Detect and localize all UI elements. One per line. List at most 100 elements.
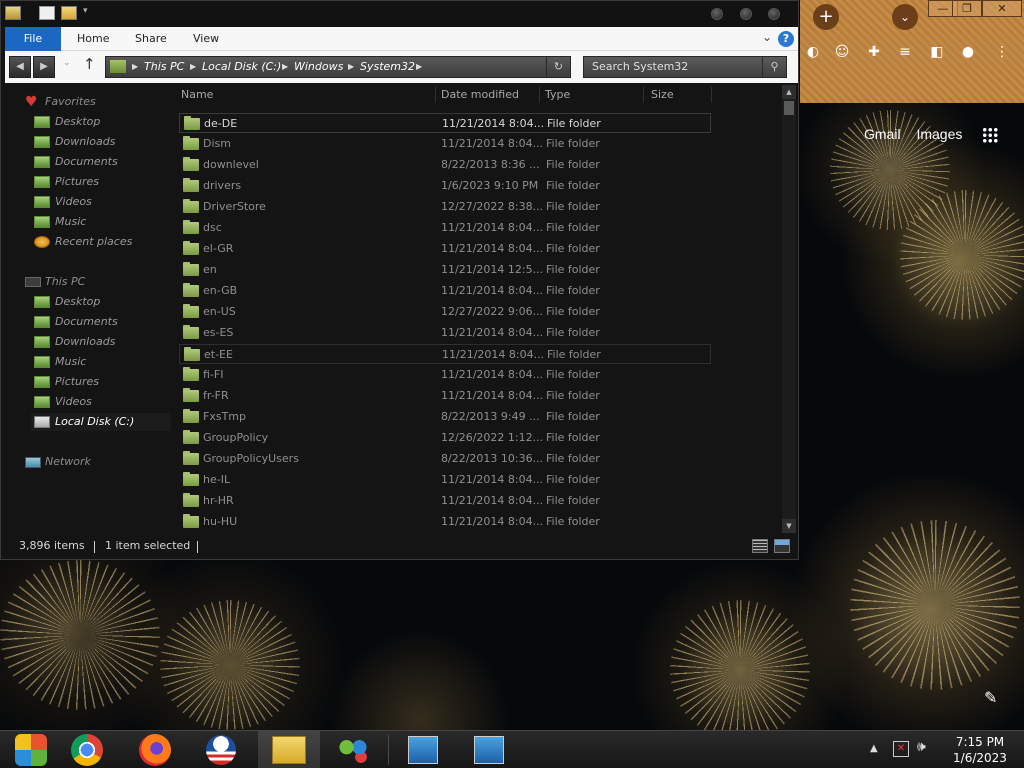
nav-item-pc-videos[interactable]: Videos	[31, 393, 92, 411]
table-row[interactable]: en 11/21/2014 12:5... File folder	[179, 260, 711, 280]
apps-grid-icon[interactable]	[982, 127, 998, 143]
properties-icon[interactable]	[39, 6, 55, 20]
network-error-icon[interactable]: ✕	[893, 741, 909, 757]
nav-item-downloads[interactable]: Downloads	[31, 133, 115, 151]
nav-network[interactable]: Network	[21, 453, 91, 471]
table-row[interactable]: GroupPolicy 12/26/2022 1:12... File folder	[179, 428, 711, 448]
nav-item-desktop[interactable]: Desktop	[31, 113, 100, 131]
scroll-up-icon[interactable]: ▲	[782, 85, 796, 99]
nav-item-pc-pictures[interactable]: Pictures	[31, 373, 99, 391]
table-row[interactable]: GroupPolicyUsers 8/22/2013 10:36... File f…	[179, 449, 711, 469]
minimize-button[interactable]	[711, 8, 723, 20]
customize-qat-icon[interactable]: ▾	[83, 6, 88, 16]
nav-item-documents[interactable]: Documents	[31, 153, 118, 171]
address-bar[interactable]: ▶ This PC ▶ Local Disk (C:) ▶ Windows ▶ …	[105, 56, 571, 78]
nav-item-pc-downloads[interactable]: Downloads	[31, 333, 115, 351]
forward-button[interactable]: ▶	[33, 56, 55, 78]
breadcrumb-separator[interactable]: ▶	[416, 57, 422, 77]
tab-share[interactable]: Share	[123, 27, 179, 51]
table-row[interactable]: en-US 12/27/2022 9:06... File folder	[179, 302, 711, 322]
nav-item-pictures[interactable]: Pictures	[31, 173, 99, 191]
large-icons-view-icon[interactable]	[774, 539, 790, 553]
table-row[interactable]: fr-FR 11/21/2014 8:04... File folder	[179, 386, 711, 406]
breadcrumb-separator[interactable]: ▶	[190, 57, 196, 77]
menu-icon[interactable]: ⋮	[992, 42, 1012, 62]
table-row[interactable]: hr-HR 11/21/2014 8:04... File folder	[179, 491, 711, 511]
table-row[interactable]: downlevel 8/22/2013 8:36 ... File folder	[179, 155, 711, 175]
table-row[interactable]: FxsTmp 8/22/2013 9:49 ... File folder	[179, 407, 711, 427]
table-row[interactable]: hu-HU 11/21/2014 8:04... File folder	[179, 512, 711, 532]
table-row[interactable]: en-GB 11/21/2014 8:04... File folder	[179, 281, 711, 301]
tab-search-icon[interactable]: ⌄	[892, 4, 918, 30]
nav-item-music[interactable]: Music	[31, 213, 86, 231]
table-row[interactable]: drivers 1/6/2023 9:10 PM File folder	[179, 176, 711, 196]
puzzle-icon[interactable]: ✚	[864, 42, 884, 62]
close-button[interactable]	[768, 8, 780, 20]
breadcrumb-this-pc[interactable]: This PC	[144, 57, 184, 77]
close-icon[interactable]: ✕	[982, 0, 1022, 17]
nav-item-pc-music[interactable]: Music	[31, 353, 86, 371]
restore-icon[interactable]: ❐	[952, 0, 982, 17]
table-row[interactable]: DriverStore 12/27/2022 8:38... File folder	[179, 197, 711, 217]
volume-icon[interactable]: 🕪	[917, 739, 926, 755]
breadcrumb-separator[interactable]: ▶	[282, 57, 288, 77]
column-type[interactable]: Type	[545, 85, 570, 105]
new-tab-icon[interactable]: +	[813, 4, 839, 30]
scroll-thumb[interactable]	[784, 101, 794, 115]
customize-pencil-icon[interactable]: ✎	[984, 688, 997, 707]
nav-item-pc-documents[interactable]: Documents	[31, 313, 118, 331]
taskbar-firefox[interactable]	[124, 731, 186, 768]
breadcrumb-local-disk[interactable]: Local Disk (C:)	[202, 57, 281, 77]
details-view-icon[interactable]	[752, 539, 768, 553]
side-panel-icon[interactable]: ◧	[927, 42, 947, 62]
nav-item-local-disk[interactable]: Local Disk (C:)	[31, 413, 171, 431]
refresh-icon[interactable]: ↻	[546, 57, 570, 77]
scroll-down-icon[interactable]: ▼	[782, 519, 796, 533]
nav-this-pc[interactable]: This PC	[21, 273, 85, 291]
table-row[interactable]: de-DE 11/21/2014 8:04... File folder	[179, 113, 711, 133]
table-row[interactable]: es-ES 11/21/2014 8:04... File folder	[179, 323, 711, 343]
gmail-link[interactable]: Gmail	[864, 126, 901, 142]
column-divider[interactable]	[711, 87, 712, 103]
recent-locations-icon[interactable]: ⌄	[63, 58, 71, 68]
vertical-scrollbar[interactable]: ▲ ▼	[782, 85, 796, 533]
table-row[interactable]: he-IL 11/21/2014 8:04... File folder	[179, 470, 711, 490]
nav-item-pc-desktop[interactable]: Desktop	[31, 293, 100, 311]
column-name[interactable]: Name	[181, 85, 213, 105]
breadcrumb-windows[interactable]: Windows	[294, 57, 343, 77]
taskbar-remote-desktop-1[interactable]	[392, 731, 454, 768]
start-button[interactable]	[0, 731, 62, 768]
show-hidden-icons[interactable]: ▲	[870, 743, 878, 754]
column-divider[interactable]	[643, 87, 644, 103]
account-icon[interactable]: ●	[958, 42, 978, 62]
tab-view[interactable]: View	[181, 27, 231, 51]
nav-favorites[interactable]: ♥ Favorites	[21, 93, 96, 111]
images-link[interactable]: Images	[916, 126, 962, 142]
extension-icon[interactable]: ◐	[803, 42, 823, 62]
taskbar-obama-logo[interactable]	[190, 731, 252, 768]
back-button[interactable]: ◀	[9, 56, 31, 78]
search-input[interactable]: Search System32 ⚲	[583, 56, 787, 78]
help-icon[interactable]: ?	[778, 31, 794, 47]
breadcrumb-separator[interactable]: ▶	[132, 57, 138, 77]
column-divider[interactable]	[435, 87, 436, 103]
maximize-button[interactable]	[740, 8, 752, 20]
column-divider[interactable]	[539, 87, 540, 103]
breadcrumb-system32[interactable]: System32	[360, 57, 415, 77]
profile-extension-icon[interactable]: ☺	[832, 42, 852, 62]
expand-ribbon-icon[interactable]: ⌄	[762, 30, 772, 44]
table-row[interactable]: dsc 11/21/2014 8:04... File folder	[179, 218, 711, 238]
taskbar-remote-desktop-2[interactable]	[458, 731, 520, 768]
tab-home[interactable]: Home	[65, 27, 121, 51]
table-row[interactable]: et-EE 11/21/2014 8:04... File folder	[179, 344, 711, 364]
breadcrumb-separator[interactable]: ▶	[348, 57, 354, 77]
table-row[interactable]: fi-FI 11/21/2014 8:04... File folder	[179, 365, 711, 385]
table-row[interactable]: Dism 11/21/2014 8:04... File folder	[179, 134, 711, 154]
column-size[interactable]: Size	[651, 85, 674, 105]
reading-list-icon[interactable]: ≡	[895, 42, 915, 62]
nav-item-videos[interactable]: Videos	[31, 193, 92, 211]
taskbar-file-explorer[interactable]	[258, 731, 320, 768]
column-date-modified[interactable]: Date modified	[441, 85, 519, 105]
new-folder-icon[interactable]	[61, 6, 77, 20]
taskbar-network-tool[interactable]	[322, 731, 384, 768]
